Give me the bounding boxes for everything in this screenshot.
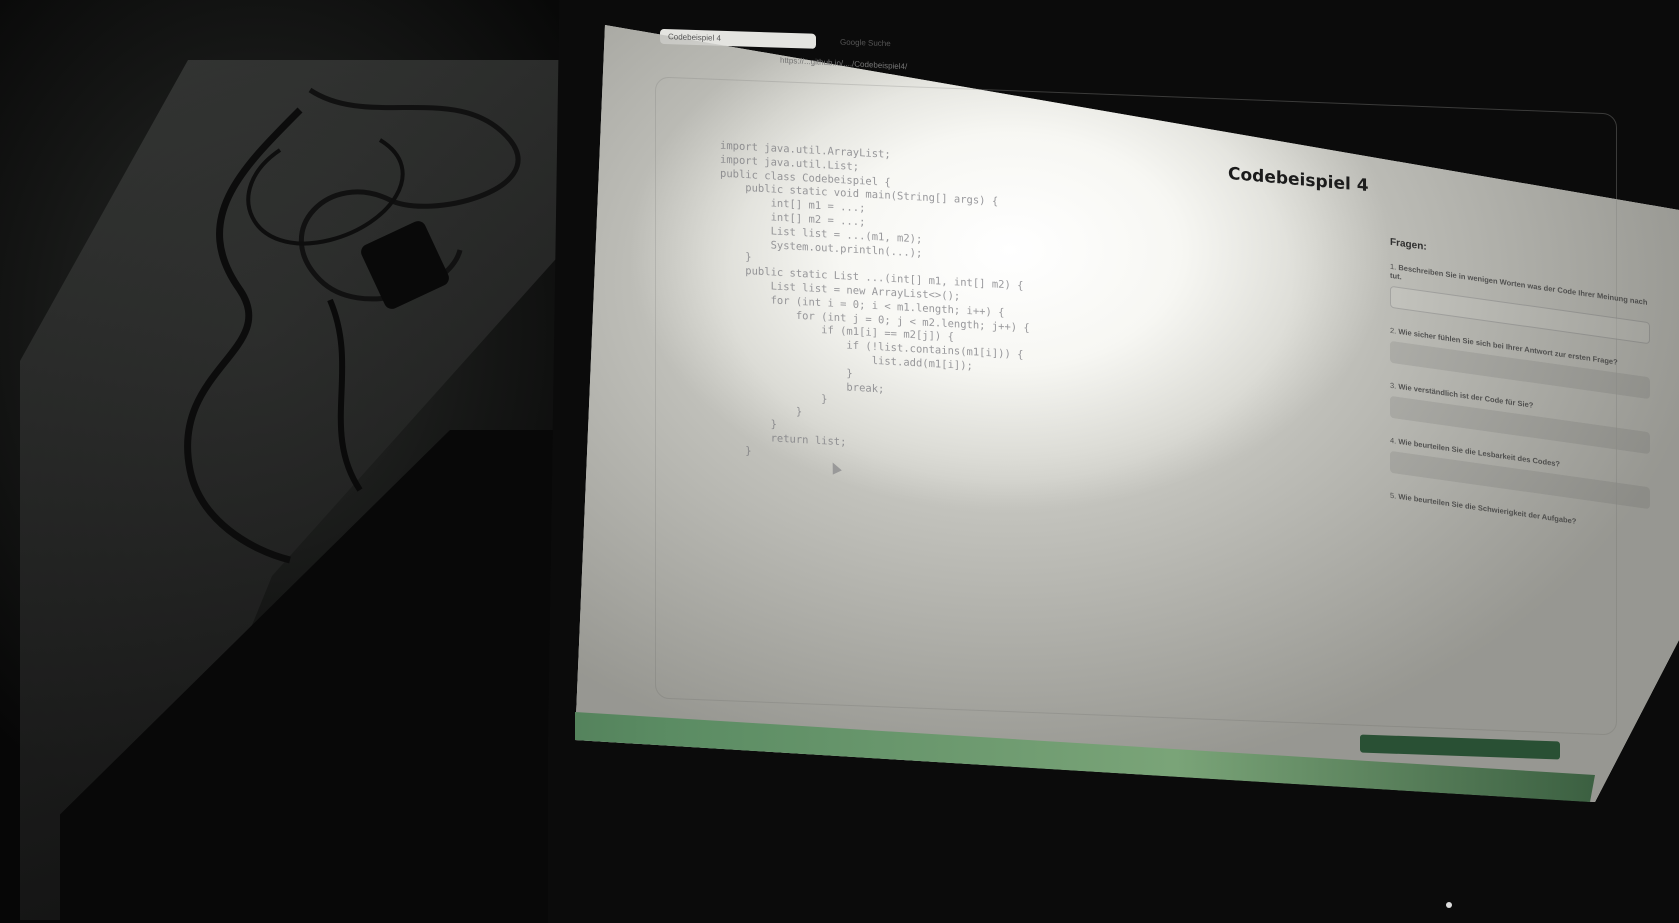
tab-codebeispiel[interactable]: Codebeispiel 4 — [660, 28, 816, 49]
questions-panel: Fragen: 1. Beschreiben Sie in wenigen Wo… — [1390, 237, 1650, 545]
tab-google-suche[interactable]: Google Suche — [832, 34, 998, 54]
power-led — [1446, 902, 1452, 908]
code-block: import java.util.ArrayList; import java.u… — [720, 140, 1030, 474]
